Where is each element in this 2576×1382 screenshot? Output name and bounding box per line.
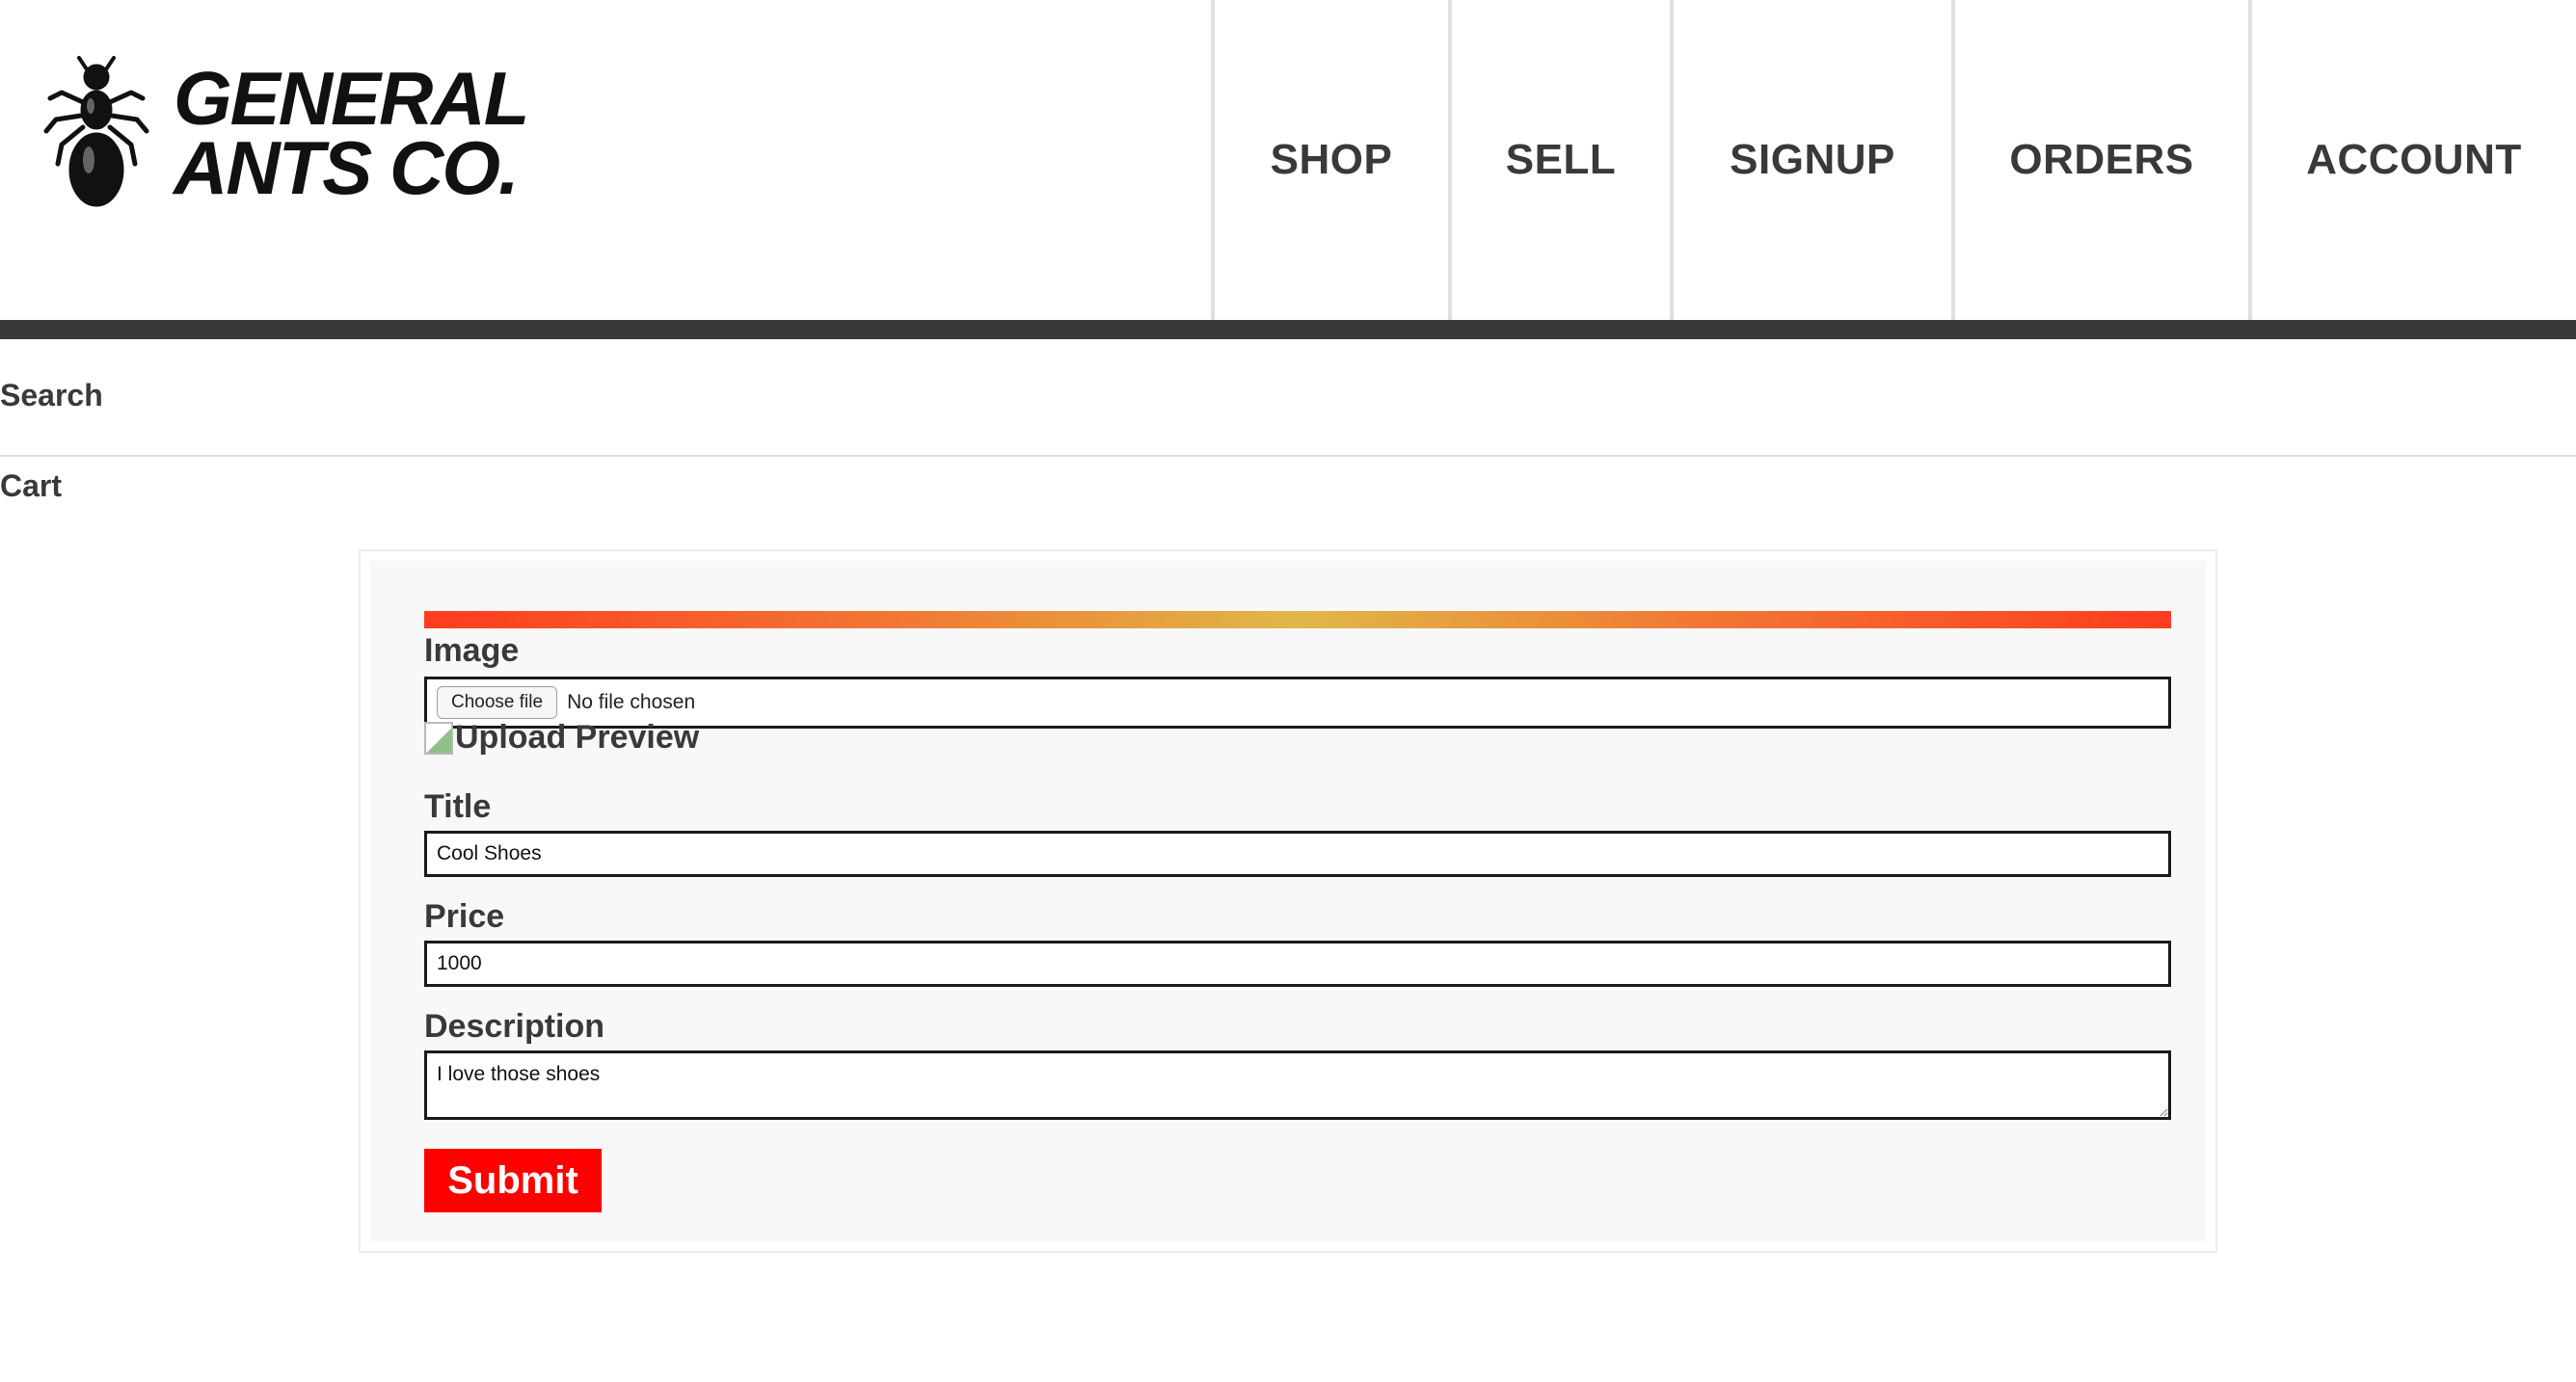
submit-button[interactable]: Submit	[424, 1149, 602, 1212]
nav-orders[interactable]: ORDERS	[1951, 0, 2248, 320]
upload-preview-alt-text: Upload Preview	[455, 719, 700, 756]
upload-preview: Upload Preview	[424, 719, 699, 757]
ant-icon	[43, 56, 149, 207]
nav-sell[interactable]: SELL	[1448, 0, 1670, 320]
search-link[interactable]: Search	[0, 378, 103, 413]
title-label: Title	[424, 788, 492, 825]
title-input[interactable]	[424, 831, 2171, 877]
image-label: Image	[424, 632, 520, 669]
description-label: Description	[424, 1008, 605, 1045]
file-status-text: No file chosen	[567, 691, 696, 713]
site-header: GENERAL ANTS CO. SHOP SELL SIGNUP ORDERS…	[0, 0, 2576, 339]
nav-signup[interactable]: SIGNUP	[1670, 0, 1951, 320]
accent-bar	[424, 611, 2171, 628]
cart-link[interactable]: Cart	[0, 468, 62, 504]
main-nav: SHOP SELL SIGNUP ORDERS ACCOUNT	[1211, 0, 2576, 320]
logo-link[interactable]: GENERAL ANTS CO.	[42, 56, 529, 210]
logo-line-1: GENERAL	[174, 56, 529, 141]
price-label: Price	[424, 898, 505, 935]
choose-file-button[interactable]: Choose file	[437, 686, 558, 719]
description-textarea[interactable]: I love those shoes	[424, 1050, 2171, 1120]
logo-line-2: ANTS CO.	[174, 125, 520, 210]
price-input[interactable]	[424, 941, 2171, 987]
logo-wordmark: GENERAL ANTS CO.	[174, 56, 529, 210]
nav-shop[interactable]: SHOP	[1211, 0, 1448, 320]
sell-form: Image Choose file No file chosen Upload …	[361, 551, 2215, 1251]
broken-image-icon	[424, 721, 453, 755]
nav-account[interactable]: ACCOUNT	[2248, 0, 2576, 320]
divider	[0, 455, 2576, 457]
